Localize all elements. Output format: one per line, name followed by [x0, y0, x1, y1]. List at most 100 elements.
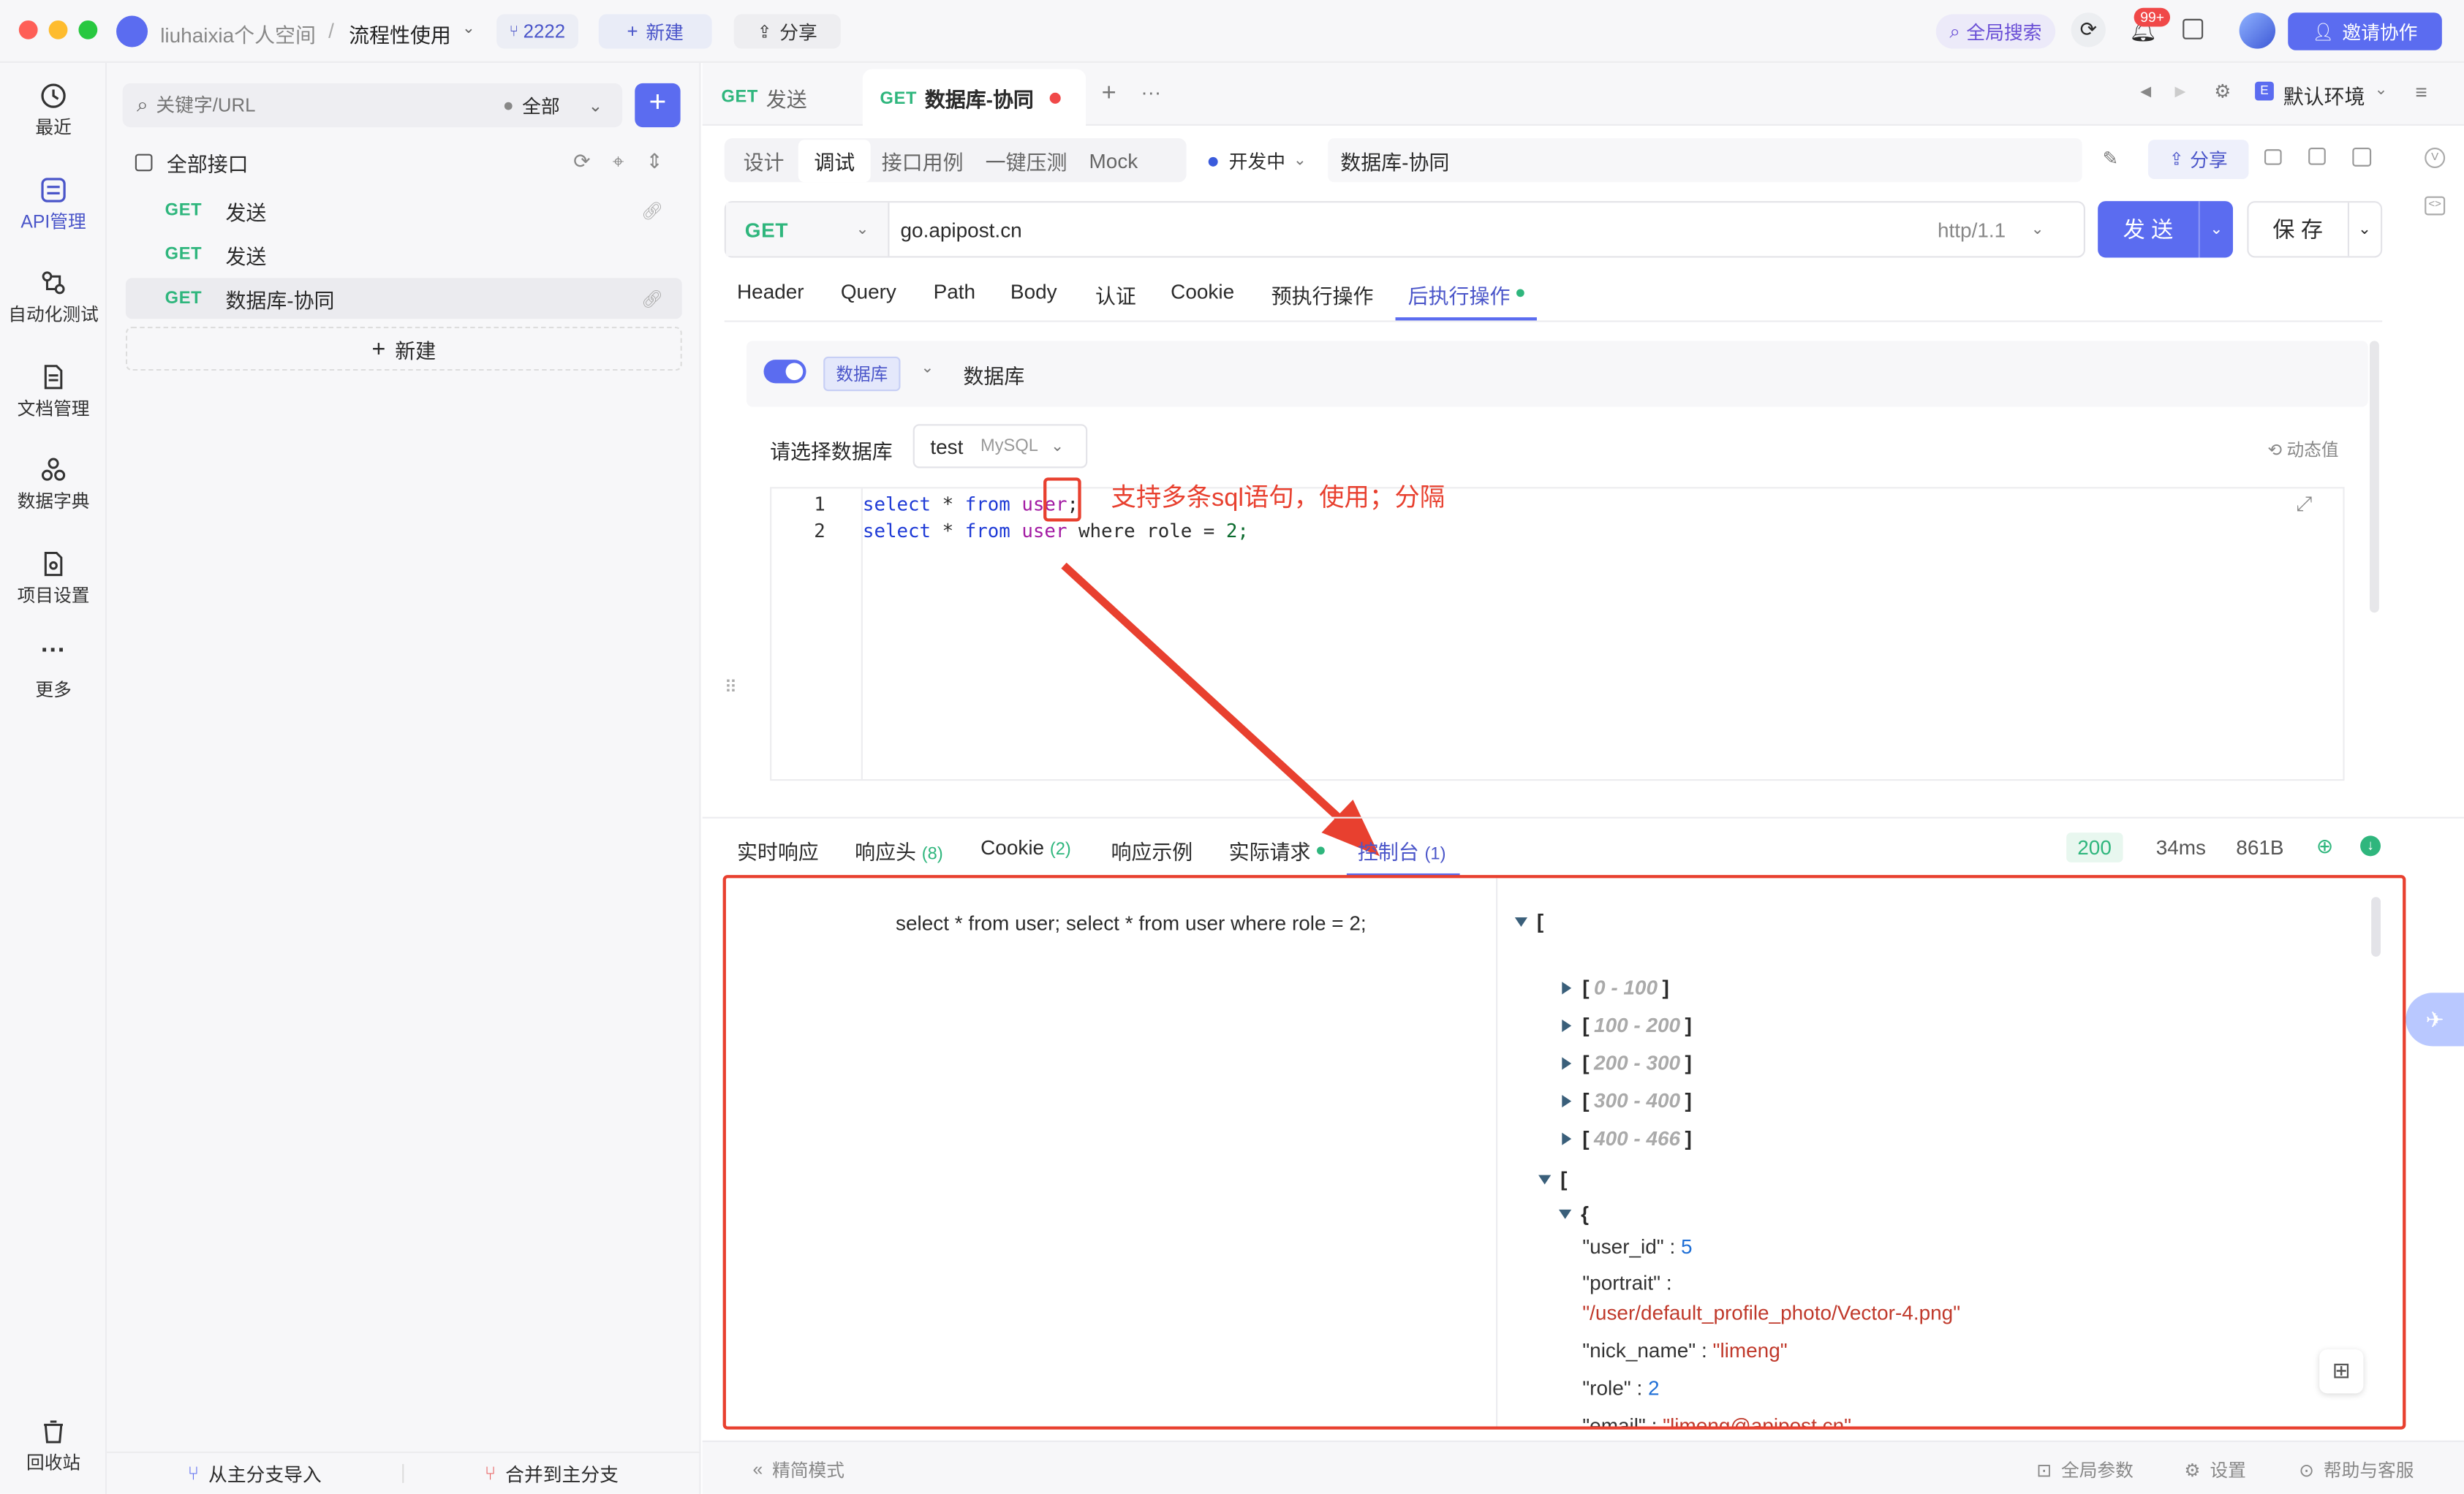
expand-icon	[1562, 1093, 1572, 1107]
nav-more-label: 更多	[35, 681, 72, 701]
json-node[interactable]: [	[1538, 1167, 1567, 1191]
user-plus-icon: 👤︎	[2312, 23, 2335, 42]
global-search-button[interactable]: ⌕ 全局搜索	[1935, 14, 2056, 49]
workspace-logo-icon	[116, 15, 148, 48]
nav-project-settings[interactable]: 项目设置	[0, 550, 107, 608]
merge-branch-label: 合并到主分支	[505, 1463, 619, 1486]
minimize-window-button[interactable]	[48, 20, 68, 39]
resp-tab-console[interactable]: 控制台 (1)	[1358, 835, 1446, 865]
resp-tab-example[interactable]: 响应示例	[1111, 835, 1193, 865]
nav-recent[interactable]: 最近	[0, 82, 107, 140]
json-viewer: [ [ 0 - 100 ] [ 100 - 200 ] [ 200 - 300 …	[1512, 900, 2361, 1426]
tree-root[interactable]: 全部接口 ⟳ ⌖ ⇕	[126, 141, 682, 182]
nav-automation[interactable]: 自动化测试	[0, 269, 107, 327]
nav-data-dict[interactable]: 数据字典	[0, 455, 107, 514]
sync-icon[interactable]: ⟳	[2071, 12, 2106, 48]
notification-badge: 99+	[2134, 7, 2171, 27]
nav-data-dict-label: 数据字典	[17, 493, 90, 512]
filter-select[interactable]: 全部	[522, 92, 560, 119]
resp-tab-actual[interactable]: 实际请求	[1229, 835, 1311, 865]
api-sidebar: ⌕ 全部 ⌄ + 全部接口 ⟳ ⌖ ⇕ GET 发送 🔗︎ GET 发送 GET…	[107, 62, 701, 1494]
global-params-label: 全局参数	[2060, 1462, 2134, 1482]
project-name[interactable]: 流程性使用	[349, 19, 451, 49]
tree-item-selected[interactable]: GET 数据库-协同 🔗︎	[125, 278, 682, 319]
chevron-down-icon[interactable]: ⌄	[462, 20, 475, 38]
filter-dot-icon	[504, 101, 513, 110]
json-range[interactable]: [ 0 - 100 ]	[1562, 976, 1669, 999]
share-project-button[interactable]: ⇪ 分享	[733, 14, 841, 49]
workspace-name[interactable]: liuhaixia个人空间	[160, 19, 316, 49]
settings-button[interactable]: ⚙ 设置	[2184, 1457, 2245, 1482]
tree-root-label: 全部接口	[166, 151, 249, 175]
console-sql: select * from user; select * from user w…	[896, 911, 1367, 935]
help-button[interactable]: ⊙ 帮助与客服	[2299, 1457, 2414, 1482]
maximize-window-button[interactable]	[78, 20, 98, 39]
avatar[interactable]	[2239, 12, 2276, 49]
folder-icon	[135, 153, 153, 171]
notes-icon[interactable]	[2183, 18, 2204, 39]
refresh-icon[interactable]: ⟳	[573, 149, 590, 174]
resp-tab-cookie[interactable]: Cookie (2)	[980, 835, 1071, 859]
resp-tab-headers[interactable]: 响应头 (8)	[855, 835, 943, 865]
link-icon[interactable]: 🔗︎	[641, 200, 663, 221]
search-icon: ⌕	[1949, 19, 1960, 42]
link-icon[interactable]: 🔗︎	[641, 288, 663, 309]
api-icon	[41, 178, 66, 202]
collapse-left-icon: «	[752, 1460, 763, 1480]
layout-toggle-icon[interactable]: ⊞	[2319, 1349, 2364, 1394]
member-count-chip[interactable]: ⑂ 2222	[496, 14, 578, 49]
globe-icon[interactable]: ⊕	[2316, 834, 2333, 859]
json-field-value: "/user/default_profile_photo/Vector-4.pn…	[1582, 1300, 1961, 1324]
method-tag: GET	[165, 245, 203, 265]
trash-icon	[44, 1420, 63, 1444]
simple-mode-button[interactable]: « 精简模式	[752, 1457, 844, 1482]
nav-docs[interactable]: 文档管理	[0, 363, 107, 421]
expand-icon	[1562, 1131, 1572, 1145]
merge-branch-button[interactable]: ⑂ 合并到主分支	[404, 1460, 699, 1487]
method-tag: GET	[165, 289, 203, 308]
tree-item[interactable]: GET 发送	[126, 234, 682, 275]
chevron-down-icon[interactable]: ⌄	[588, 95, 602, 115]
collapse-icon	[1514, 917, 1528, 926]
search-input[interactable]	[156, 94, 471, 117]
nav-more[interactable]: ··· 更多	[0, 639, 107, 702]
add-api-button[interactable]: +	[635, 83, 681, 128]
active-dot-icon	[1317, 846, 1325, 855]
collapse-icon[interactable]: ⇕	[646, 149, 663, 174]
resp-tab-live[interactable]: 实时响应	[737, 835, 819, 865]
titlebar: liuhaixia个人空间 / 流程性使用 ⌄ ⑂ 2222 + 新建 ⇪ 分享…	[0, 0, 2464, 63]
assistant-float-icon[interactable]: ✈	[2406, 993, 2464, 1047]
json-range[interactable]: [ 300 - 400 ]	[1562, 1088, 1692, 1112]
nav-trash[interactable]: 回收站	[0, 1417, 107, 1476]
nav-automation-label: 自动化测试	[8, 306, 99, 325]
import-branch-button[interactable]: ⑂ 从主分支导入	[107, 1460, 402, 1487]
json-range[interactable]: [ 100 - 200 ]	[1562, 1013, 1692, 1036]
json-node[interactable]: {	[1559, 1202, 1589, 1225]
import-branch-label: 从主分支导入	[208, 1463, 322, 1486]
console-scrollbar[interactable]	[2371, 897, 2381, 957]
settings-label: 设置	[2210, 1462, 2246, 1482]
download-icon[interactable]: ↓	[2360, 835, 2381, 857]
gear-icon: ⚙	[2184, 1462, 2201, 1482]
new-button-label: 新建	[646, 21, 684, 44]
global-params-button[interactable]: ⊡ 全局参数	[2036, 1457, 2133, 1482]
nav-docs-label: 文档管理	[17, 401, 90, 420]
api-name: 数据库-协同	[225, 288, 335, 312]
new-api-button[interactable]: + 新建	[125, 327, 682, 371]
collapse-icon	[1538, 1174, 1552, 1184]
global-search-label: 全局搜索	[1966, 21, 2042, 44]
json-node[interactable]: [	[1514, 909, 1543, 933]
plus-icon: +	[371, 335, 386, 363]
nav-recent-label: 最近	[35, 119, 72, 139]
tree-item[interactable]: GET 发送 🔗︎	[126, 190, 682, 231]
document-icon	[44, 365, 63, 390]
json-range[interactable]: [ 200 - 300 ]	[1562, 1051, 1692, 1074]
close-window-button[interactable]	[18, 20, 38, 39]
json-field: "user_id" : 5	[1582, 1235, 1693, 1259]
new-api-label: 新建	[395, 338, 437, 363]
locate-icon[interactable]: ⌖	[613, 149, 624, 174]
nav-api[interactable]: API管理	[0, 176, 107, 235]
new-button[interactable]: + 新建	[598, 14, 712, 49]
json-range[interactable]: [ 400 - 466 ]	[1562, 1126, 1692, 1150]
invite-button[interactable]: 👤︎ 邀请协作	[2288, 12, 2442, 50]
